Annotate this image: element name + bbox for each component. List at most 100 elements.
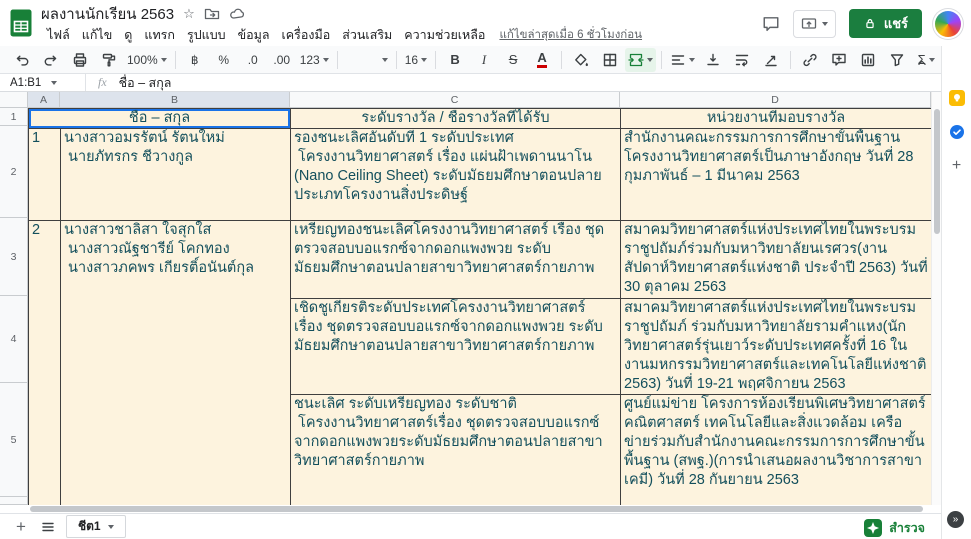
horizontal-scrollbar[interactable] xyxy=(0,505,941,513)
tasks-icon[interactable] xyxy=(949,124,965,140)
menu-view[interactable]: ดู xyxy=(118,24,138,46)
decrease-decimal-button[interactable]: .0 xyxy=(239,48,267,72)
top-bar: ผลงานนักเรียน 2563 ☆ ไฟล์ แก้ไข ดู แทรก … xyxy=(0,0,971,46)
row-header-6-partial[interactable] xyxy=(0,497,28,505)
menu-file[interactable]: ไฟล์ xyxy=(41,24,76,46)
font-family-dropdown[interactable] xyxy=(343,51,391,69)
explore-button[interactable]: สำรวจ xyxy=(864,518,925,538)
move-folder-icon[interactable] xyxy=(204,6,220,22)
vertical-align-dropdown[interactable] xyxy=(699,48,727,72)
cell-d5-org[interactable]: ศูนย์แม่ข่าย โครงการห้องเรียนพิเศษวิทยาศ… xyxy=(620,394,932,505)
side-panel: + xyxy=(941,46,971,539)
toolbar-separator xyxy=(790,50,792,69)
format-currency-button[interactable]: ฿ xyxy=(181,48,209,72)
select-all-corner[interactable] xyxy=(0,92,28,108)
font-size-dropdown[interactable]: 16 xyxy=(402,48,430,72)
cell-c1-header-award[interactable]: ระดับรางวัล / ชื่อรางวัลที่ได้รับ xyxy=(290,108,621,129)
toolbar-separator xyxy=(336,50,338,69)
merge-cells-button[interactable] xyxy=(625,47,657,72)
menu-data[interactable]: ข้อมูล xyxy=(232,24,276,46)
borders-button[interactable] xyxy=(596,48,624,72)
column-header-b[interactable]: B xyxy=(60,92,290,108)
cell-d4-org[interactable]: สมาคมวิทยาศาสตร์แห่งประเทศไทยในพระบรมราช… xyxy=(620,298,932,395)
sheets-logo-icon[interactable] xyxy=(10,9,32,37)
horizontal-scrollbar-thumb[interactable] xyxy=(30,506,923,512)
toolbar-separator xyxy=(395,50,397,69)
menu-edit[interactable]: แก้ไข xyxy=(76,24,118,46)
cloud-status-icon[interactable] xyxy=(229,6,245,22)
insert-comment-button[interactable] xyxy=(825,48,853,72)
lock-icon xyxy=(866,18,874,28)
name-box[interactable]: A1:B1 xyxy=(0,74,86,91)
cell-a3-entry-no[interactable]: 2 xyxy=(28,220,61,505)
collapse-toolbar-button[interactable] xyxy=(908,51,936,75)
text-color-button[interactable]: A xyxy=(537,51,547,68)
last-edit-link[interactable]: แก้ไขล่าสุดเมื่อ 6 ชั่วโมงก่อน xyxy=(499,26,642,44)
account-avatar[interactable] xyxy=(935,10,961,37)
row-header-4[interactable]: 4 xyxy=(0,296,28,383)
menu-addons[interactable]: ส่วนเสริม xyxy=(336,24,398,46)
increase-decimal-button[interactable]: .00 xyxy=(268,48,296,72)
share-button[interactable]: แชร์ xyxy=(848,9,922,38)
keep-icon[interactable] xyxy=(948,90,965,106)
cell-c5-award[interactable]: ชนะเลิศ ระดับเหรียญทอง ระดับชาติ โครงงาน… xyxy=(290,394,621,505)
formula-input[interactable]: ชื่อ – สกุล xyxy=(119,73,172,93)
fill-color-button[interactable] xyxy=(567,48,595,72)
horizontal-align-dropdown[interactable] xyxy=(667,48,698,72)
row-header-1[interactable]: 1 xyxy=(0,108,28,126)
cell-d3-org[interactable]: สมาคมวิทยาศาสตร์แห่งประเทศไทยในพระบรมราช… xyxy=(620,220,932,299)
add-sheet-button[interactable]: + xyxy=(12,518,30,535)
format-percent-button[interactable]: % xyxy=(210,48,238,72)
explore-label: สำรวจ xyxy=(889,521,925,535)
column-header-d[interactable]: D xyxy=(620,92,931,108)
cell-a2-entry-no[interactable]: 1 xyxy=(28,128,61,221)
menu-help[interactable]: ความช่วยเหลือ xyxy=(398,24,491,46)
column-header-a[interactable]: A xyxy=(28,92,60,108)
sheets-app: ผลงานนักเรียน 2563 ☆ ไฟล์ แก้ไข ดู แทรก … xyxy=(0,0,971,539)
get-addons-button[interactable]: + xyxy=(952,158,961,174)
vertical-scrollbar-thumb[interactable] xyxy=(934,109,940,234)
redo-button[interactable] xyxy=(37,48,65,72)
strikethrough-button[interactable]: S xyxy=(499,48,527,72)
more-formats-dropdown[interactable]: 123 xyxy=(297,48,332,72)
font-size-value: 16 xyxy=(404,52,419,67)
bold-button[interactable]: B xyxy=(441,48,469,72)
vertical-scrollbar[interactable] xyxy=(931,92,941,505)
print-button[interactable] xyxy=(66,48,94,72)
row-header-5[interactable]: 5 xyxy=(0,383,28,497)
menu-format[interactable]: รูปแบบ xyxy=(181,24,232,46)
explore-icon xyxy=(864,519,883,537)
document-title[interactable]: ผลงานนักเรียน 2563 xyxy=(41,2,174,26)
sheet-tab-active[interactable]: ชีต1 xyxy=(65,515,126,538)
row-header-3[interactable]: 3 xyxy=(0,218,28,296)
zoom-value: 100% xyxy=(127,52,158,67)
menu-insert[interactable]: แทรก xyxy=(138,24,181,46)
cell-b2-names[interactable]: นางสาวอมรรัตน์ รัตนใหม่ นายภัทรกร ชีวางก… xyxy=(60,128,291,221)
italic-button[interactable]: I xyxy=(470,48,498,72)
insert-chart-button[interactable] xyxy=(854,48,882,72)
cell-d1-header-org[interactable]: หน่วยงานที่มอบรางวัล xyxy=(620,108,932,129)
text-wrap-dropdown[interactable] xyxy=(728,48,756,72)
cell-a1-merged-header-name[interactable]: ชื่อ – สกุล xyxy=(28,108,291,129)
paint-format-button[interactable] xyxy=(95,48,123,72)
row-header-2[interactable]: 2 xyxy=(0,126,28,218)
undo-button[interactable] xyxy=(8,48,36,72)
create-filter-button[interactable] xyxy=(883,48,911,72)
cell-c2-award[interactable]: รองชนะเลิศอันดับที่ 1 ระดับประเทศ โครงงา… xyxy=(290,128,621,221)
top-right-actions: แชร์ xyxy=(762,9,961,38)
cell-b3-names[interactable]: นางสาวชาลิสา ใจสุกใส นางสาวณัฐชารีย์ โคก… xyxy=(60,220,291,505)
comment-history-icon[interactable] xyxy=(762,15,780,33)
insert-link-button[interactable] xyxy=(796,48,824,72)
column-header-c[interactable]: C xyxy=(290,92,620,108)
text-rotation-dropdown[interactable] xyxy=(757,48,785,72)
hide-side-panel-button[interactable]: » xyxy=(947,511,964,528)
present-to-meeting-button[interactable] xyxy=(792,9,836,38)
zoom-dropdown[interactable]: 100% xyxy=(124,48,170,72)
cell-c4-award[interactable]: เชิดชูเกียรติระดับประเทศโครงงานวิทยาศาสต… xyxy=(290,298,621,395)
cell-d2-org[interactable]: สำนักงานคณะกรรมการการศึกษาขั้นพื้นฐานโคร… xyxy=(620,128,932,221)
cell-c3-award[interactable]: เหรียญทองชนะเลิศโครงงานวิทยาศาสตร์ เรื่อ… xyxy=(290,220,621,299)
all-sheets-menu-button[interactable] xyxy=(40,519,56,535)
menu-tools[interactable]: เครื่องมือ xyxy=(276,24,337,46)
star-icon[interactable]: ☆ xyxy=(183,7,195,20)
sheet-tab-menu-caret[interactable] xyxy=(107,524,114,529)
